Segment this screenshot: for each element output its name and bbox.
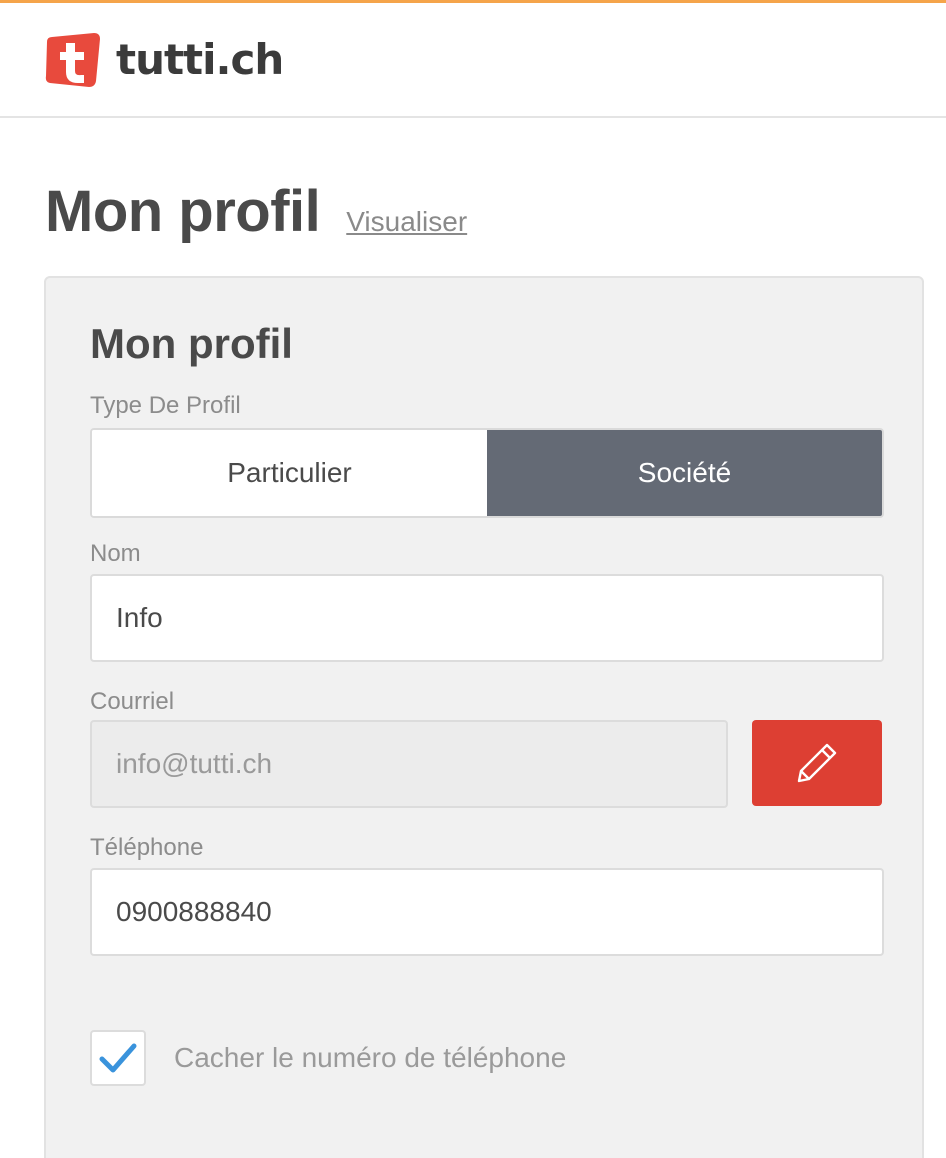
phone-label: Téléphone xyxy=(90,834,204,861)
profile-type-societe[interactable]: Société xyxy=(487,430,882,516)
profile-type-label: Type De Profil xyxy=(90,392,241,419)
view-profile-link[interactable]: Visualiser xyxy=(346,206,467,238)
hide-phone-label: Cacher le numéro de téléphone xyxy=(174,1042,567,1073)
page-title: Mon profil xyxy=(45,179,321,244)
name-input[interactable]: Info xyxy=(90,574,884,662)
page-heading: Mon profil Visualiser xyxy=(45,178,467,245)
profile-type-toggle: Particulier Société xyxy=(90,428,884,518)
top-navbar: tutti.ch xyxy=(0,0,946,118)
profile-card: Mon profil Type De Profil Particulier So… xyxy=(44,276,924,1158)
hide-phone-checkbox[interactable] xyxy=(90,1030,146,1086)
checkmark-icon xyxy=(99,1043,137,1073)
pencil-icon xyxy=(797,743,837,783)
edit-email-button[interactable] xyxy=(752,720,882,806)
tutti-logo-icon xyxy=(45,33,100,87)
brand-name: tutti.ch xyxy=(116,35,284,84)
profile-type-particulier[interactable]: Particulier xyxy=(92,430,487,516)
name-label: Nom xyxy=(90,540,141,567)
email-label: Courriel xyxy=(90,688,175,715)
email-input: info@tutti.ch xyxy=(90,720,728,808)
brand-logo[interactable]: tutti.ch xyxy=(44,31,284,89)
card-title: Mon profil xyxy=(90,320,293,367)
phone-input[interactable]: 0900888840 xyxy=(90,868,884,956)
